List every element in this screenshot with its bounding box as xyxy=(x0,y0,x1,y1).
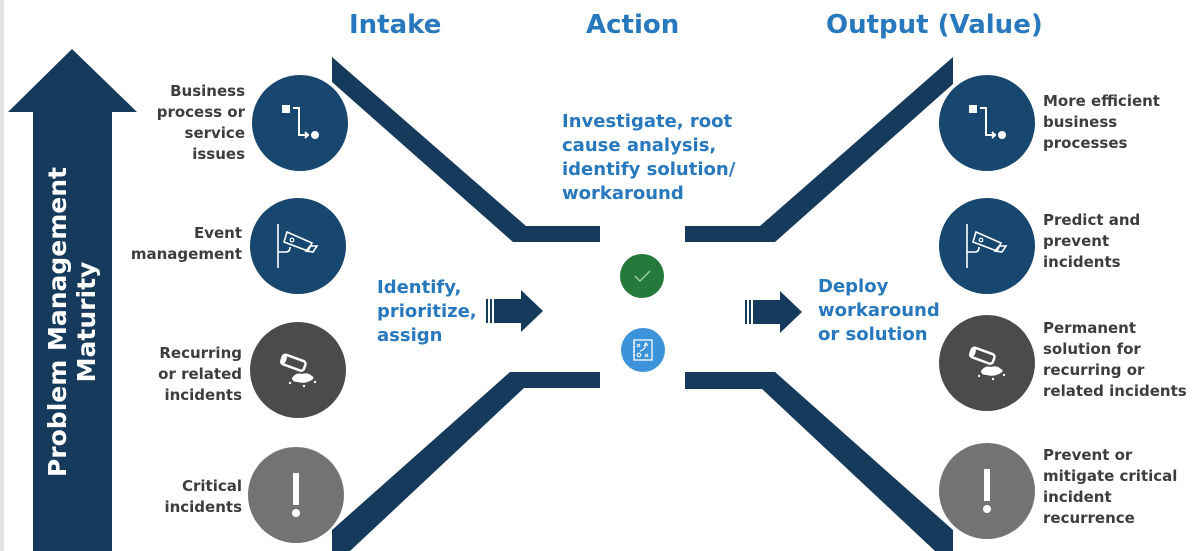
column-title-intake: Intake xyxy=(349,10,442,40)
exclamation-icon xyxy=(292,473,300,517)
security-camera-icon xyxy=(277,224,319,268)
maturity-label-line2: Maturity xyxy=(72,261,101,383)
security-camera-icon xyxy=(966,224,1008,268)
output-label-permanent-solution: Permanent solution for recurring or related… xyxy=(1043,319,1187,400)
intake-circle-business-process xyxy=(252,75,348,171)
intake-label-recurring: Recurring or related incidents xyxy=(158,344,242,404)
funnel-line-upper-left xyxy=(332,57,600,242)
intake-label-business-process: Business process or service issues xyxy=(156,82,245,163)
column-title-action: Action xyxy=(586,10,680,40)
process-flow-icon xyxy=(969,105,1006,139)
exclamation-icon xyxy=(983,469,991,513)
action-investigate-text: Investigate, root cause analysis, identify… xyxy=(562,111,736,204)
spill-icon xyxy=(969,346,1006,381)
spill-icon xyxy=(280,353,317,388)
output-circle-efficient-processes xyxy=(939,75,1035,171)
output-circle-predict-prevent xyxy=(939,198,1035,294)
action-deploy-text: Deploy workaround or solution xyxy=(818,276,940,345)
intake-circle-recurring xyxy=(250,322,346,418)
arrow-to-action xyxy=(486,290,543,332)
action-playbook-circle xyxy=(621,328,665,372)
output-circle-permanent-solution xyxy=(939,315,1035,411)
funnel-line-lower-right xyxy=(685,372,953,551)
intake-label-critical: Critical incidents xyxy=(164,477,242,516)
output-circle-prevent-critical xyxy=(939,443,1035,539)
arrow-to-output xyxy=(745,291,802,333)
intake-label-event-management: Event management xyxy=(130,224,242,263)
action-check-circle xyxy=(620,254,664,298)
maturity-label: Problem Management Maturity xyxy=(43,167,101,477)
column-title-output: Output (Value) xyxy=(826,10,1043,40)
funnel-line-lower-left xyxy=(332,372,600,551)
checkmark-icon xyxy=(634,270,651,282)
output-label-efficient-processes: More efficient business processes xyxy=(1043,92,1160,152)
maturity-label-line1: Problem Management xyxy=(43,166,72,478)
process-flow-icon xyxy=(282,105,319,139)
output-label-prevent-critical: Prevent or mitigate critical incident recur… xyxy=(1043,446,1178,527)
intake-circle-critical xyxy=(248,447,344,543)
intake-circle-event-management xyxy=(250,198,346,294)
playbook-icon xyxy=(633,339,653,361)
action-identify-text: Identify, prioritize, assign xyxy=(377,277,477,346)
output-label-predict-prevent: Predict and prevent incidents xyxy=(1043,211,1141,271)
